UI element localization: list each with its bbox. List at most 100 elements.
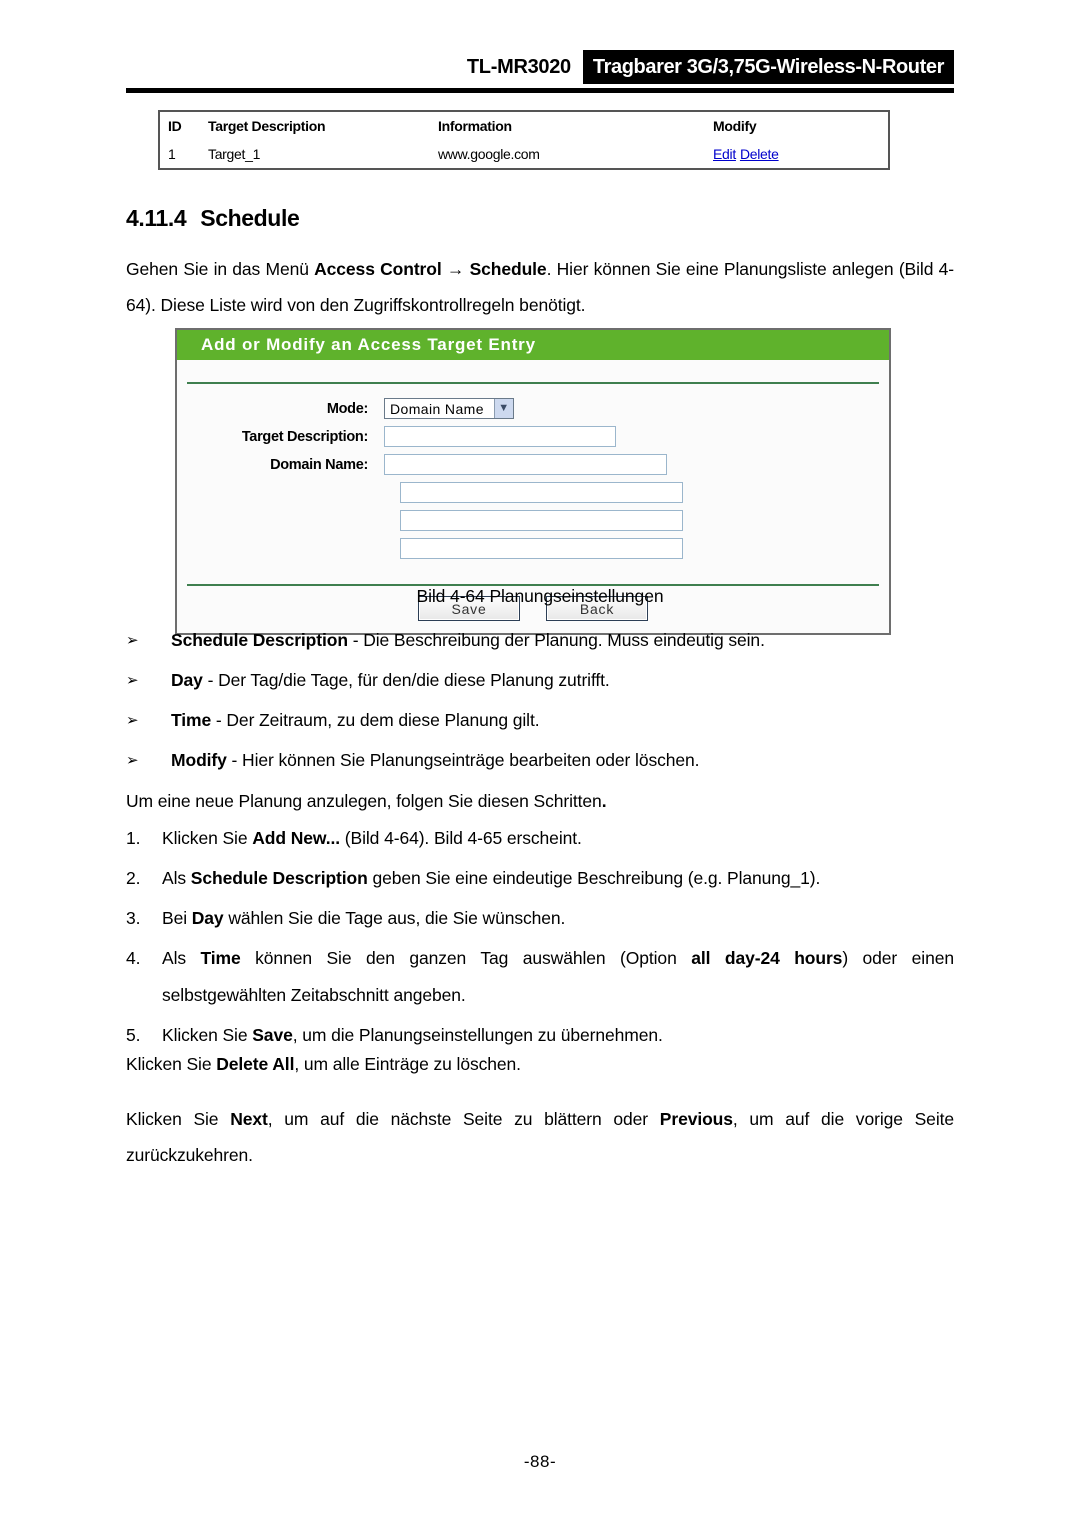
step-text-mid: können Sie den ganzen Tag auswählen (Opt… bbox=[240, 948, 692, 968]
domain-name-input-4[interactable] bbox=[400, 538, 683, 559]
closing-bold-next: Next bbox=[230, 1109, 268, 1129]
cell-information: www.google.com bbox=[438, 146, 540, 162]
intro-text-1: Gehen Sie in das Menü bbox=[126, 259, 315, 279]
field-mode: Mode: Domain Name ▼ bbox=[177, 398, 889, 419]
cell-id: 1 bbox=[168, 146, 176, 162]
bullet-text: Schedule Description - Die Beschreibung … bbox=[171, 620, 954, 660]
step-number: 2. bbox=[126, 868, 141, 888]
panel-title: Add or Modify an Access Target Entry bbox=[177, 330, 889, 360]
figure-caption: Bild 4-64 Planungseinstellungen bbox=[416, 586, 664, 606]
document-page: TL-MR3020 Tragbarer 3G/3,75G-Wireless-N-… bbox=[0, 0, 1080, 1527]
column-header-id: ID bbox=[168, 118, 182, 134]
field-domain-name-row-4 bbox=[384, 538, 889, 559]
bullet-description: - Hier können Sie Planungseinträge bearb… bbox=[226, 750, 700, 770]
chevron-down-icon: ▼ bbox=[493, 399, 513, 418]
running-header: TL-MR3020 Tragbarer 3G/3,75G-Wireless-N-… bbox=[126, 50, 954, 90]
step-number: 4. bbox=[126, 948, 141, 968]
numbered-step-list: 1. Klicken Sie Add New... (Bild 4-64). B… bbox=[126, 820, 954, 1057]
bullet-description: - Die Beschreibung der Planung. Muss ein… bbox=[347, 630, 765, 650]
arrow-bullet-icon: ➢ bbox=[126, 751, 139, 769]
closing-text-pre: Klicken Sie bbox=[126, 1054, 217, 1074]
column-header-target-description: Target Description bbox=[208, 118, 326, 134]
field-domain-name-row-3 bbox=[384, 510, 889, 531]
arrow-bullet-icon: ➢ bbox=[126, 671, 139, 689]
mode-select-value: Domain Name bbox=[390, 400, 484, 417]
bullet-term: Time bbox=[171, 710, 212, 730]
domain-name-input-1[interactable] bbox=[384, 454, 667, 475]
field-target-description: Target Description: bbox=[177, 426, 889, 447]
closing-text-pre: Klicken Sie bbox=[126, 1109, 231, 1129]
bullet-term: Modify bbox=[171, 750, 227, 770]
step-bold-term: Add New... bbox=[252, 828, 341, 848]
step-text-post: wählen Sie die Tage aus, die Sie wünsche… bbox=[223, 908, 566, 928]
instructions-intro-text: Um eine neue Planung anzulegen, folgen S… bbox=[126, 791, 602, 811]
step-item: 2. Als Schedule Description geben Sie ei… bbox=[126, 860, 954, 897]
edit-link[interactable]: Edit bbox=[713, 146, 736, 162]
target-description-input[interactable] bbox=[384, 426, 616, 447]
step-item: 3. Bei Day wählen Sie die Tage aus, die … bbox=[126, 900, 954, 937]
bullet-text: Modify - Hier können Sie Planungseinträg… bbox=[171, 740, 954, 780]
intro-arrow: → bbox=[441, 259, 470, 279]
intro-paragraph: Gehen Sie in das Menü Access Control → S… bbox=[126, 251, 954, 323]
delete-link[interactable]: Delete bbox=[740, 146, 779, 162]
step-bold-term: Day bbox=[191, 908, 224, 928]
bullet-description: - Der Zeitraum, zu dem diese Planung gil… bbox=[211, 710, 540, 730]
closing-paragraph-navigation: Klicken Sie Next, um auf die nächste Sei… bbox=[126, 1101, 954, 1173]
instructions-intro-paragraph: Um eine neue Planung anzulegen, folgen S… bbox=[126, 783, 954, 819]
intro-bold-schedule: Schedule bbox=[469, 259, 547, 279]
definition-bullet-list: ➢ Schedule Description - Die Beschreibun… bbox=[126, 620, 954, 780]
step-text-pre: Klicken Sie bbox=[162, 828, 253, 848]
arrow-bullet-icon: ➢ bbox=[126, 631, 139, 649]
cell-modify: Edit Delete bbox=[713, 146, 888, 162]
header-model-name: TL-MR3020 bbox=[466, 55, 571, 78]
access-target-table: ID Target Description Information Modify… bbox=[158, 110, 890, 170]
step-item: 4. Als Time können Sie den ganzen Tag au… bbox=[126, 940, 954, 1014]
column-header-information: Information bbox=[438, 118, 512, 134]
table-row: 1 Target_1 www.google.com Edit Delete bbox=[160, 140, 888, 168]
cell-target-description: Target_1 bbox=[208, 146, 261, 162]
step-text: Bei Day wählen Sie die Tage aus, die Sie… bbox=[162, 900, 954, 937]
section-title: Schedule bbox=[200, 205, 300, 231]
domain-name-input-3[interactable] bbox=[400, 510, 683, 531]
list-item: ➢ Schedule Description - Die Beschreibun… bbox=[126, 620, 954, 660]
list-item: ➢ Day - Der Tag/die Tage, für den/die di… bbox=[126, 660, 954, 700]
instructions-intro-period: . bbox=[601, 791, 607, 811]
step-text: Klicken Sie Add New... (Bild 4-64). Bild… bbox=[162, 820, 954, 857]
bullet-text: Time - Der Zeitraum, zu dem diese Planun… bbox=[171, 700, 954, 740]
domain-name-input-2[interactable] bbox=[400, 482, 683, 503]
step-bold-term: Time bbox=[200, 948, 241, 968]
field-domain-name-row-2 bbox=[384, 482, 889, 503]
section-heading: 4.11.4 Schedule bbox=[126, 205, 300, 232]
closing-paragraph-delete-all: Klicken Sie Delete All, um alle Einträge… bbox=[126, 1046, 954, 1082]
mode-select[interactable]: Domain Name ▼ bbox=[384, 398, 514, 419]
panel-form: Mode: Domain Name ▼ Target Description: … bbox=[177, 384, 889, 584]
closing-text-post: , um alle Einträge zu löschen. bbox=[294, 1054, 521, 1074]
closing-bold-delete-all: Delete All bbox=[216, 1054, 295, 1074]
arrow-bullet-icon: ➢ bbox=[126, 711, 139, 729]
field-domain-name: Domain Name: bbox=[177, 454, 889, 475]
bullet-text: Day - Der Tag/die Tage, für den/die dies… bbox=[171, 660, 954, 700]
step-text-post: (Bild 4-64). Bild 4-65 erscheint. bbox=[340, 828, 582, 848]
step-item: 1. Klicken Sie Add New... (Bild 4-64). B… bbox=[126, 820, 954, 857]
list-item: ➢ Time - Der Zeitraum, zu dem diese Plan… bbox=[126, 700, 954, 740]
step-bold-term: Schedule Description bbox=[190, 868, 368, 888]
list-item: ➢ Modify - Hier können Sie Planungseintr… bbox=[126, 740, 954, 780]
label-target-description: Target Description: bbox=[241, 428, 368, 445]
closing-paragraphs: Klicken Sie Delete All, um alle Einträge… bbox=[126, 1046, 954, 1192]
label-domain-name: Domain Name: bbox=[270, 456, 368, 473]
section-number: 4.11.4 bbox=[126, 205, 187, 231]
intro-bold-access-control: Access Control bbox=[314, 259, 442, 279]
step-text-post: geben Sie eine eindeutige Beschreibung (… bbox=[367, 868, 821, 888]
label-mode: Mode: bbox=[326, 400, 368, 417]
page-number: -88- bbox=[523, 1452, 557, 1471]
bullet-term: Day bbox=[171, 670, 203, 690]
column-header-modify: Modify bbox=[713, 118, 757, 134]
step-text-pre: Klicken Sie bbox=[162, 1025, 253, 1045]
closing-bold-previous: Previous bbox=[659, 1109, 733, 1129]
step-bold-term-2: all day-24 hours bbox=[691, 948, 843, 968]
step-text: Als Schedule Description geben Sie eine … bbox=[162, 860, 954, 897]
panel-spacer bbox=[177, 360, 889, 382]
step-text-pre: Als bbox=[162, 948, 201, 968]
bullet-term: Schedule Description bbox=[171, 630, 348, 650]
step-text-pre: Als bbox=[162, 868, 191, 888]
